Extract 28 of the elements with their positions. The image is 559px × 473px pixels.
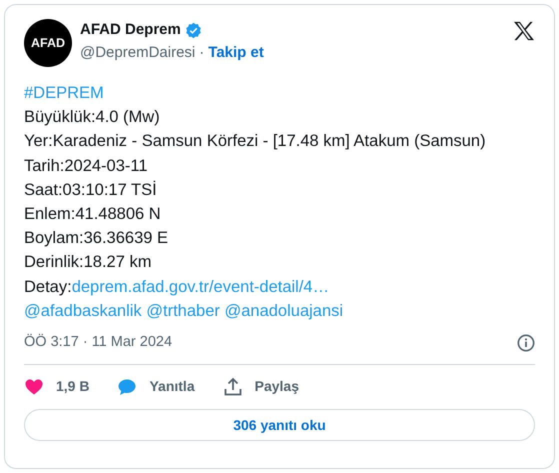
tweet-line: Derinlik:18.27 km (24, 253, 152, 272)
heart-icon (24, 376, 44, 397)
mention-link[interactable]: @afadbaskanlik (24, 302, 142, 320)
share-button[interactable]: Paylaş (222, 376, 299, 398)
tweet-line: Tarih:2024-03-11 (24, 156, 148, 175)
separator-dot: · (199, 42, 204, 62)
mention-link[interactable]: @anadoluajansi (224, 302, 344, 320)
reply-button[interactable]: Yanıtla (117, 376, 195, 398)
x-logo-icon[interactable] (513, 20, 535, 41)
tweet-line: Enlem:41.48806 N (24, 205, 161, 224)
hashtag-link[interactable]: #DEPREM (24, 84, 104, 102)
info-icon[interactable] (517, 334, 535, 352)
read-replies-button[interactable]: 306 yanıtı oku (24, 409, 535, 442)
avatar-logo: AFAD (24, 19, 72, 67)
tweet-line: Büyüklük:4.0 (Mw) (24, 108, 160, 126)
like-button[interactable]: 1,9 B (24, 376, 90, 398)
tweet-line: Boylam:36.36639 E (24, 229, 168, 248)
tweet-line: Yer:Karadeniz - Samsun Körfezi - [17.48 km] Atakum (Samsun) (24, 132, 486, 150)
tweet-line: Saat:03:10:17 TSİ (24, 180, 157, 199)
timestamp[interactable]: ÖÖ 3:17 · 11 Mar 2024 (24, 332, 172, 354)
author-handle[interactable]: @DepremDairesi (80, 42, 196, 64)
tweet-text: Detay: (24, 278, 72, 296)
follow-link[interactable]: Takip et (208, 42, 264, 64)
speech-bubble-icon (117, 376, 138, 397)
url-link[interactable]: deprem.afad.gov.tr/event-detail/4… (72, 278, 330, 296)
mention-link[interactable]: @trthaber (146, 302, 220, 320)
author-name[interactable]: AFAD Deprem (80, 19, 181, 42)
share-icon (222, 376, 243, 397)
